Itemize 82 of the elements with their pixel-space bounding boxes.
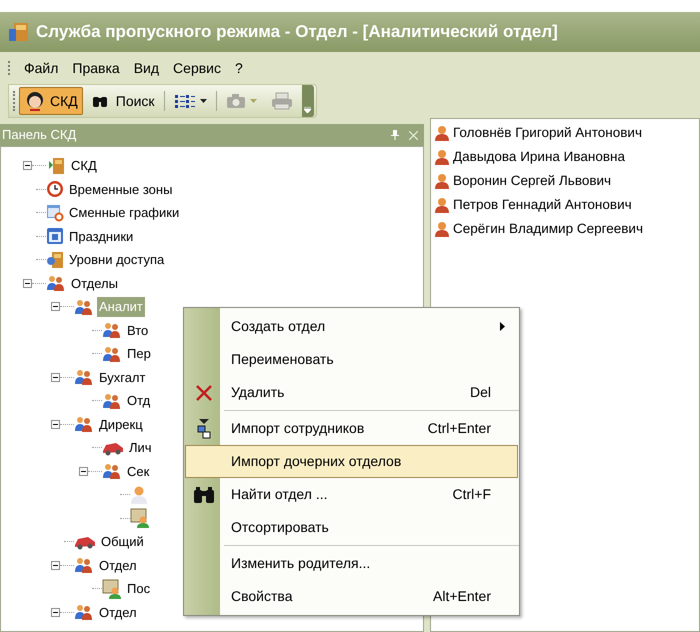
people-icon [102,392,122,409]
app-icon [8,21,30,43]
person-icon [435,197,449,213]
pin-icon[interactable] [391,130,399,140]
menu-item[interactable]: Сервис [173,58,221,78]
collapse-toggle[interactable] [51,372,60,382]
chevron-down-icon [304,107,312,113]
people-icon [102,346,122,362]
panel-title: Панель СКД [2,126,76,144]
printer-icon [270,92,293,110]
menu-item[interactable]: Переименовать [185,343,518,376]
person-icon [435,125,449,141]
collapse-toggle[interactable] [51,608,60,617]
menu-item[interactable]: Правка [72,58,120,78]
door-icon [46,250,64,269]
binoculars-icon [193,486,215,504]
person-face-icon [24,91,46,111]
menu-item[interactable]: Файл [24,58,58,78]
collapse-toggle[interactable] [23,161,32,170]
tree-item[interactable]: Праздники [67,226,136,246]
menu-item[interactable]: Свойства Alt+Enter [185,580,518,613]
collapse-toggle[interactable] [51,302,60,312]
search-button[interactable]: Поиск [86,87,160,115]
menu-item[interactable]: Импорт дочерних отделов [185,445,518,478]
menu-item[interactable]: Вид [134,58,160,78]
people-icon [102,463,122,480]
tree-item[interactable]: Дирекц [97,414,145,434]
menu-item[interactable]: Удалить Del [185,376,518,409]
calendar-icon [46,227,64,246]
tree-item[interactable]: Временные зоны [67,180,174,199]
tree-item[interactable]: Пер [125,344,153,364]
calendar-clock-icon [46,204,64,222]
person-icon [435,173,449,189]
import-icon [197,418,211,440]
employee-name[interactable]: Воронин Сергей Львович [453,170,612,192]
people-icon [102,322,122,338]
menu-item[interactable]: Изменить родителя... [185,547,518,580]
collapse-toggle[interactable] [23,278,32,288]
cross-icon [195,384,213,402]
employee-name[interactable]: Серёгин Владимир Сергеевич [453,218,643,240]
people-icon [46,275,66,292]
employee-name[interactable]: Петров Геннадий Антонович [453,194,632,216]
collapse-toggle[interactable] [51,420,60,429]
person-icon [435,149,449,165]
menu-item[interactable]: ? [235,58,243,78]
tree-item[interactable]: СКД [69,156,99,176]
tree-item[interactable]: Сек [125,462,152,481]
tree-item[interactable]: Пос [125,579,152,598]
tree-item[interactable]: Уровни доступа [67,250,166,270]
menu-item[interactable]: Найти отдел ... Ctrl+F [185,478,518,511]
tree-item[interactable]: Отд [125,391,152,410]
menu-item[interactable]: Импорт сотрудников Ctrl+Enter [185,412,518,445]
people-icon [74,369,94,386]
tree-item[interactable]: Общий [99,532,146,552]
window-title: Служба пропускного режима - Отдел - [Аналитический отдел] [36,21,558,44]
menu-item[interactable]: Отсортировать [185,511,518,544]
tree-item[interactable]: Отделы [69,274,120,293]
people-icon [74,416,94,432]
person-card-icon [130,508,150,528]
overflow-button[interactable] [302,85,314,117]
employee-name[interactable]: Давыдова Ирина Ивановна [453,146,625,168]
people-icon [74,604,94,620]
menu-item[interactable]: Создать отдел [185,310,518,343]
tree-item[interactable]: Отдел [97,602,139,622]
employee-name[interactable]: Головнёв Григорий Антонович [453,122,642,144]
people-icon [74,298,94,315]
door-icon [48,156,66,175]
people-icon [74,557,94,574]
person-card-icon [102,578,122,599]
tree-item[interactable]: Вто [125,320,150,340]
tree-item[interactable]: Отдел [97,556,139,575]
collapse-toggle[interactable] [51,560,60,570]
tree-item[interactable]: Сменные графики [67,203,182,222]
tree-item[interactable]: Лич [127,438,154,458]
clock-icon [46,180,64,198]
person-icon [435,221,449,237]
skd-button[interactable]: СКД [19,87,83,115]
person-icon [130,484,148,505]
list-view-icon [174,93,196,109]
camera-icon [226,93,246,109]
tree-item[interactable]: Бухгалт [97,368,148,387]
collapse-toggle[interactable] [79,466,88,476]
